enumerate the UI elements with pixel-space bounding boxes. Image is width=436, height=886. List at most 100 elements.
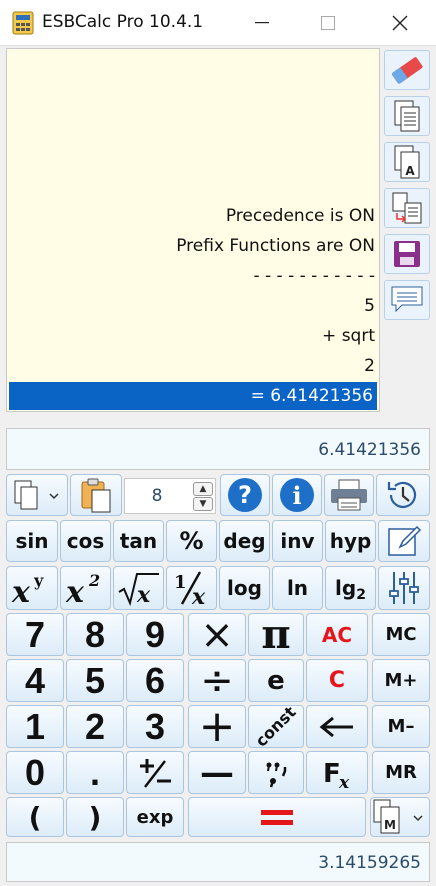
memory-add-button[interactable]: M+ [372, 659, 430, 702]
close-button[interactable] [370, 0, 430, 46]
edit-button[interactable] [378, 520, 430, 562]
history-button[interactable] [376, 474, 430, 516]
lg2-button[interactable]: lg 2 [325, 566, 376, 610]
digit-9-button[interactable]: 9 [126, 613, 184, 656]
sign-toggle-button[interactable] [126, 751, 184, 794]
copy-tape-button[interactable] [384, 96, 430, 136]
spin-down-button[interactable]: ▼ [193, 497, 213, 511]
log-button[interactable]: log [219, 566, 270, 610]
user-function-button[interactable]: F x [306, 751, 368, 794]
floppy-disk-icon [394, 241, 420, 267]
transfer-pages-icon [392, 192, 422, 224]
divide-button[interactable]: ÷ [188, 658, 246, 704]
spin-up-button[interactable]: ▲ [193, 482, 213, 496]
digit-7-button[interactable]: 7 [6, 613, 64, 656]
sin-button[interactable]: sin [6, 520, 58, 562]
equals-button[interactable] [188, 797, 366, 837]
question-icon: ? [228, 478, 262, 512]
percent-button[interactable]: % [166, 520, 217, 562]
precision-spinner[interactable]: 8 ▲ ▼ [124, 478, 216, 514]
eraser-icon [392, 57, 423, 84]
memory-recall-button[interactable]: MR [372, 751, 430, 794]
pi-button[interactable]: π [248, 611, 304, 658]
paste-button[interactable] [70, 474, 122, 516]
function-fx-symbol: F x [323, 759, 350, 791]
euler-button[interactable]: e [248, 659, 304, 702]
copy-menu-button[interactable] [6, 474, 68, 516]
tape-line: - - - - - - - - - - - [253, 266, 375, 286]
right-paren-button[interactable]: ) [66, 797, 124, 837]
decimal-point-button[interactable]: . [66, 751, 124, 794]
square-button[interactable]: x 2 [60, 566, 111, 610]
page-a-icon: A [394, 145, 420, 179]
speech-bubble-icon [391, 286, 423, 313]
clear-button[interactable]: C [306, 659, 368, 702]
digit-6-button[interactable]: 6 [126, 659, 184, 702]
svg-text:x: x [191, 584, 206, 608]
print-button[interactable] [324, 474, 374, 516]
main-display: 6.41421356 [6, 428, 430, 470]
digit-8-button[interactable]: 8 [66, 613, 124, 656]
tan-button[interactable]: tan [113, 520, 164, 562]
title-bar: ESBCalc Pro 10.4.1 [0, 0, 436, 46]
memory-pages-dropdown-icon: M [373, 799, 423, 834]
memory-clear-button[interactable]: MC [372, 613, 430, 656]
window-title: ESBCalc Pro 10.4.1 [42, 12, 204, 32]
power-button[interactable]: x y [6, 566, 58, 610]
minus-button[interactable]: — [188, 751, 246, 794]
svg-text:M: M [384, 818, 396, 832]
copy-answer-button[interactable]: A [384, 142, 430, 182]
ln-button[interactable]: ln [272, 566, 323, 610]
paste-to-tape-button[interactable] [384, 188, 430, 228]
info-button[interactable]: i [272, 474, 322, 516]
digit-1-button[interactable]: 1 [6, 705, 64, 748]
reciprocal-button[interactable]: 1 x [166, 566, 217, 610]
info-icon: i [280, 478, 314, 512]
digit-2-button[interactable]: 2 [66, 705, 124, 748]
equals-symbol [261, 810, 293, 825]
all-clear-button[interactable]: AC [306, 613, 368, 656]
plus-button[interactable]: + [188, 701, 246, 752]
svg-text:A: A [405, 164, 415, 178]
plus-minus-symbol [140, 758, 171, 788]
tape-line: Precedence is ON [225, 206, 375, 226]
exp-button[interactable]: exp [126, 797, 184, 837]
precision-value[interactable]: 8 [125, 479, 189, 513]
svg-text:?: ? [238, 481, 252, 509]
digit-5-button[interactable]: 5 [66, 659, 124, 702]
tape-result-line: = 6.41421356 [9, 382, 377, 410]
maximize-button[interactable] [298, 0, 358, 46]
left-paren-button[interactable]: ( [6, 797, 64, 837]
digit-4-button[interactable]: 4 [6, 659, 64, 702]
multiply-button[interactable]: × [188, 612, 246, 658]
memory-subtract-button[interactable]: M– [372, 705, 430, 748]
tape-line: 5 [364, 296, 375, 316]
deg-button[interactable]: deg [219, 520, 270, 562]
cos-button[interactable]: cos [60, 520, 111, 562]
separator-button[interactable] [248, 751, 304, 794]
svg-text:x: x [65, 575, 85, 608]
save-tape-button[interactable] [384, 234, 430, 274]
svg-text:x: x [338, 773, 350, 791]
settings-button[interactable] [378, 566, 430, 610]
digit-3-button[interactable]: 3 [126, 705, 184, 748]
backspace-button[interactable] [306, 705, 368, 748]
digit-0-button[interactable]: 0 [6, 751, 64, 794]
one-over-x-symbol: 1 x [174, 571, 206, 608]
svg-text:2: 2 [88, 571, 100, 590]
help-button[interactable]: ? [220, 474, 270, 516]
sqrt-button[interactable]: x [113, 566, 164, 610]
tape-notes-button[interactable] [384, 280, 430, 320]
pencil-edit-icon [388, 525, 422, 556]
lg2-label: lg [335, 576, 357, 600]
tape-area[interactable]: Precedence is ON Prefix Functions are ON… [6, 48, 380, 412]
hyp-button[interactable]: hyp [325, 520, 376, 562]
memory-menu-button[interactable]: M [370, 797, 430, 837]
comma-quote-symbol [266, 762, 287, 787]
minimize-button[interactable] [232, 0, 292, 46]
inv-button[interactable]: inv [272, 520, 323, 562]
constants-button[interactable]: const [248, 702, 304, 751]
history-clock-icon [387, 481, 417, 508]
memory-display: 3.14159265 [6, 842, 430, 882]
clear-tape-button[interactable] [384, 50, 430, 90]
